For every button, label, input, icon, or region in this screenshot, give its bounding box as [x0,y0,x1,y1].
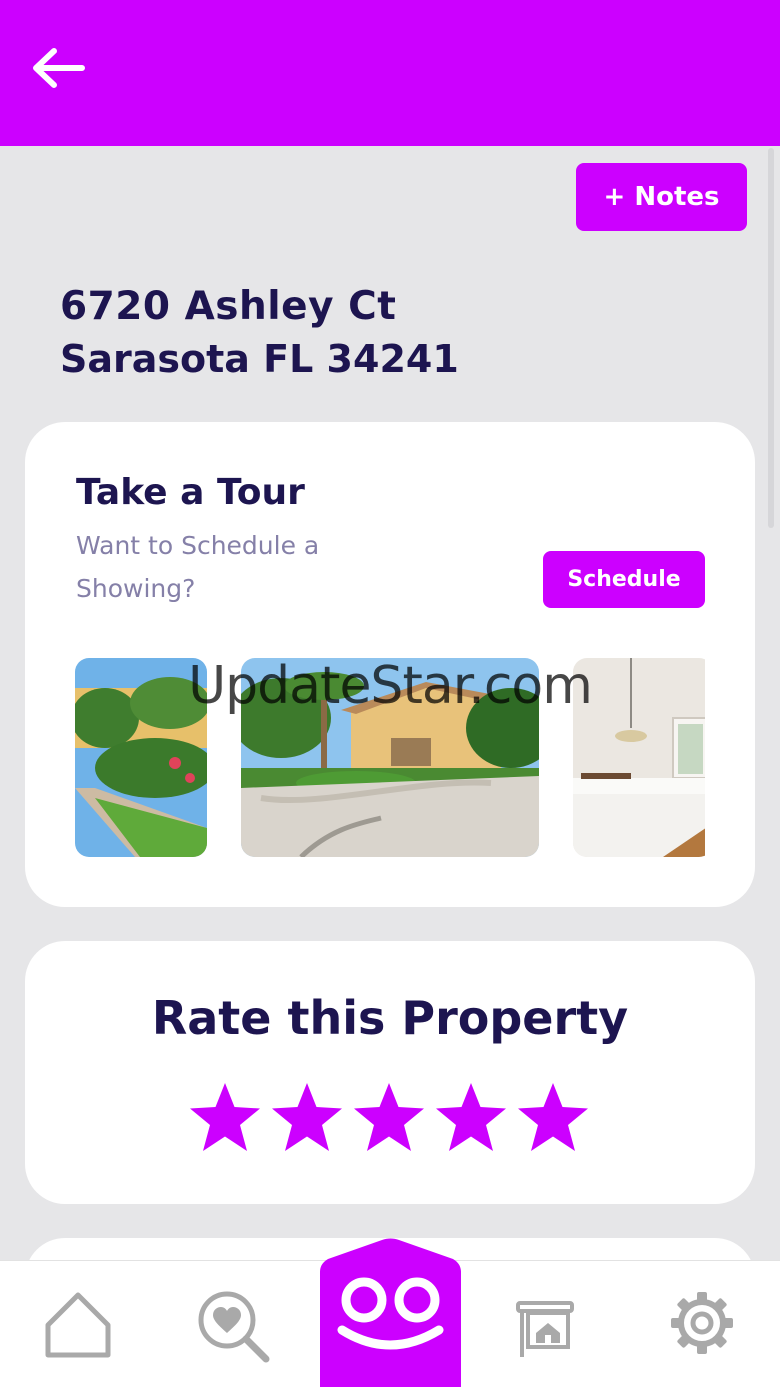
star-icon-2[interactable] [270,1081,344,1153]
back-button[interactable] [28,40,88,96]
house-exterior-photo[interactable] [241,658,539,857]
property-address: 6720 Ashley Ct Sarasota FL 34241 [60,282,660,386]
star-icon-1[interactable] [188,1081,262,1153]
add-notes-button[interactable]: + Notes [576,163,747,231]
gear-icon [671,1292,733,1354]
scrollbar[interactable] [768,148,774,528]
rate-property-card: Rate this Property [25,941,755,1204]
tour-subtitle: Want to Schedule a Showing? [76,531,320,603]
nav-home[interactable] [42,1289,114,1361]
nav-center-tab[interactable] [320,1238,461,1387]
smile-face-icon [320,1238,461,1387]
star-icon-3[interactable] [352,1081,426,1153]
address-city-state-zip: Sarasota FL 34241 [60,337,459,381]
nav-settings[interactable] [668,1289,740,1361]
photo-carousel[interactable] [75,658,705,858]
tour-title: Take a Tour [76,472,305,513]
search-heart-icon [198,1291,270,1363]
top-app-bar [0,0,780,146]
listing-sign-icon [516,1301,574,1357]
star-icon-5[interactable] [516,1081,590,1153]
star-rating[interactable] [188,1081,590,1153]
take-a-tour-card: Take a Tour Want to Schedule a Showing? … [25,422,755,907]
home-icon [45,1292,111,1358]
front-yard-photo[interactable] [75,658,207,857]
address-street: 6720 Ashley Ct [60,284,397,329]
nav-search-favorites[interactable] [196,1289,270,1363]
nav-listings[interactable] [514,1297,586,1369]
star-icon-4[interactable] [434,1081,508,1153]
rate-title: Rate this Property [151,991,629,1045]
back-arrow-icon [33,48,85,88]
interior-room-photo[interactable] [573,658,705,857]
schedule-button[interactable]: Schedule [543,551,705,608]
